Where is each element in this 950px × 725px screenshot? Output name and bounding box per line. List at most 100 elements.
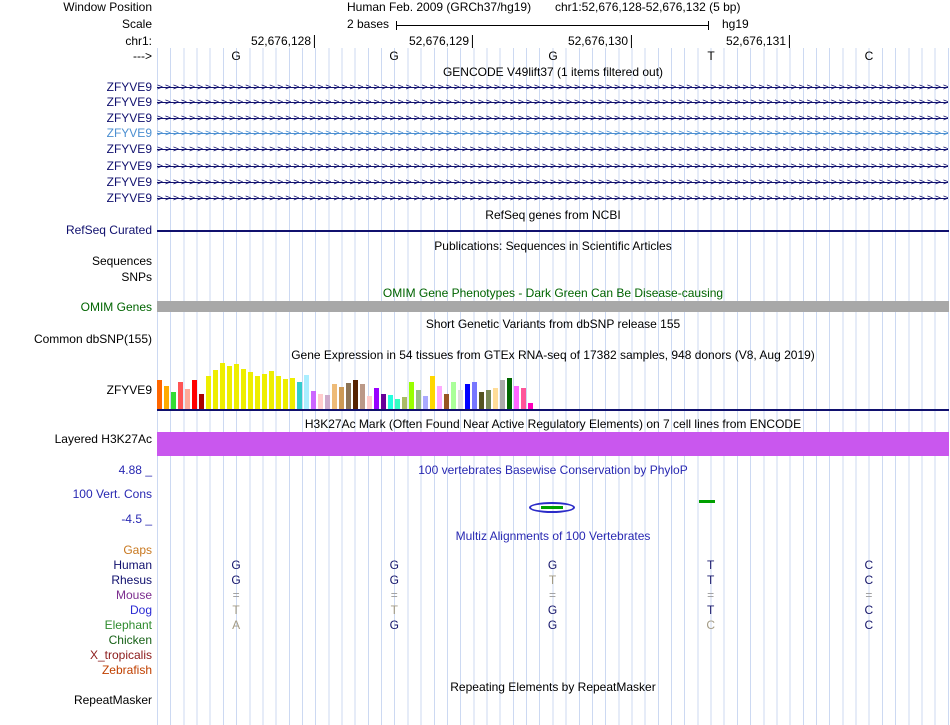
sequence-base: G — [231, 49, 241, 63]
gtex-expression-bar[interactable] — [311, 391, 316, 409]
repeatmasker-label[interactable]: RepeatMasker — [0, 694, 152, 707]
gtex-expression-bar[interactable] — [248, 372, 253, 409]
gtex-expression-bar[interactable] — [290, 378, 295, 409]
gtex-expression-bar[interactable] — [486, 390, 491, 409]
species-label-human[interactable]: Human — [0, 559, 152, 572]
gtex-expression-bar[interactable] — [220, 363, 225, 409]
gene-label-zfyve9-3[interactable]: ZFYVE9 — [0, 112, 152, 125]
gtex-expression-bar[interactable] — [213, 370, 218, 409]
transcript-line[interactable]: >>>>>>>>>>>>>>>>>>>>>>>>>>>>>>>>>>>>>>>>… — [157, 192, 948, 205]
gtex-expression-bar[interactable] — [437, 386, 442, 409]
dbsnp-track-title: Short Genetic Variants from dbSNP releas… — [425, 317, 681, 331]
gencode-track-title: GENCODE V49lift37 (1 items filtered out) — [442, 65, 664, 79]
gtex-expression-bar[interactable] — [381, 394, 386, 409]
gtex-expression-bar[interactable] — [262, 374, 267, 409]
alignment-base: T — [232, 603, 240, 617]
refseq-gene-line[interactable] — [157, 230, 949, 232]
gene-label-zfyve9-8[interactable]: ZFYVE9 — [0, 192, 152, 205]
species-label-mouse[interactable]: Mouse — [0, 589, 152, 602]
gene-label-zfyve9-4[interactable]: ZFYVE9 — [0, 127, 152, 140]
h3k27ac-track-title: H3K27Ac Mark (Often Found Near Active Re… — [304, 417, 802, 431]
gtex-expression-bar[interactable] — [178, 382, 183, 409]
species-label-gaps[interactable]: Gaps — [0, 544, 152, 557]
gtex-expression-bar[interactable] — [269, 371, 274, 409]
gtex-expression-bar[interactable] — [367, 396, 372, 409]
snps-track-label[interactable]: SNPs — [0, 271, 152, 284]
gtex-expression-bar[interactable] — [500, 380, 505, 409]
species-label-rhesus[interactable]: Rhesus — [0, 574, 152, 587]
layered-h3k27ac-label[interactable]: Layered H3K27Ac — [0, 433, 152, 446]
transcript-line[interactable]: >>>>>>>>>>>>>>>>>>>>>>>>>>>>>>>>>>>>>>>>… — [157, 127, 948, 140]
gtex-expression-bar[interactable] — [241, 369, 246, 409]
species-label-chicken[interactable]: Chicken — [0, 634, 152, 647]
h3k27ac-signal-bar[interactable] — [157, 432, 949, 456]
transcript-line[interactable]: >>>>>>>>>>>>>>>>>>>>>>>>>>>>>>>>>>>>>>>>… — [157, 96, 948, 109]
sequences-track-label[interactable]: Sequences — [0, 255, 152, 268]
gtex-expression-bar[interactable] — [192, 380, 197, 409]
gtex-expression-bar[interactable] — [346, 383, 351, 409]
gene-label-zfyve9-1[interactable]: ZFYVE9 — [0, 81, 152, 94]
gtex-expression-bar[interactable] — [297, 382, 302, 409]
gene-label-zfyve9-2[interactable]: ZFYVE9 — [0, 96, 152, 109]
gtex-expression-bar[interactable] — [458, 390, 463, 409]
gtex-expression-bar[interactable] — [339, 387, 344, 409]
gtex-expression-bar[interactable] — [318, 394, 323, 409]
gtex-expression-bar[interactable] — [395, 399, 400, 409]
vert-cons-label[interactable]: 100 Vert. Cons — [0, 488, 152, 501]
species-label-dog[interactable]: Dog — [0, 604, 152, 617]
gtex-expression-bar[interactable] — [416, 390, 421, 409]
gtex-expression-bar[interactable] — [521, 388, 526, 409]
gtex-expression-bar[interactable] — [185, 389, 190, 409]
transcript-line[interactable]: >>>>>>>>>>>>>>>>>>>>>>>>>>>>>>>>>>>>>>>>… — [157, 81, 948, 94]
omim-genes-label[interactable]: OMIM Genes — [0, 301, 152, 314]
gtex-expression-bar[interactable] — [276, 376, 281, 409]
gtex-expression-bar[interactable] — [409, 382, 414, 409]
gtex-expression-bar[interactable] — [157, 380, 162, 409]
gtex-expression-bar[interactable] — [304, 375, 309, 409]
gtex-gene-label[interactable]: ZFYVE9 — [0, 384, 152, 397]
gtex-expression-bar[interactable] — [388, 395, 393, 409]
gtex-bars[interactable] — [157, 362, 537, 409]
gtex-expression-bar[interactable] — [199, 394, 204, 409]
phylop-min-value: -4.5 _ — [121, 512, 152, 526]
omim-gene-bar[interactable] — [157, 301, 949, 312]
gtex-expression-bar[interactable] — [444, 394, 449, 409]
transcript-line[interactable]: >>>>>>>>>>>>>>>>>>>>>>>>>>>>>>>>>>>>>>>>… — [157, 143, 948, 156]
gene-label-zfyve9-5[interactable]: ZFYVE9 — [0, 143, 152, 156]
common-dbsnp-label[interactable]: Common dbSNP(155) — [0, 333, 152, 346]
gtex-expression-bar[interactable] — [493, 388, 498, 409]
species-label-zebrafish[interactable]: Zebrafish — [0, 664, 152, 677]
gtex-expression-bar[interactable] — [430, 376, 435, 409]
alignment-row-rhesus: GGTTC — [157, 574, 948, 587]
species-label-x-tropicalis[interactable]: X_tropicalis — [0, 649, 152, 662]
alignment-base: G — [389, 618, 399, 632]
gtex-expression-bar[interactable] — [206, 376, 211, 409]
gtex-expression-bar[interactable] — [325, 395, 330, 409]
gtex-expression-bar[interactable] — [402, 397, 407, 409]
gtex-expression-bar[interactable] — [353, 380, 358, 409]
gene-label-zfyve9-7[interactable]: ZFYVE9 — [0, 176, 152, 189]
gtex-expression-bar[interactable] — [479, 392, 484, 409]
gtex-expression-bar[interactable] — [507, 378, 512, 409]
species-label-elephant[interactable]: Elephant — [0, 619, 152, 632]
gtex-expression-bar[interactable] — [283, 379, 288, 409]
gtex-expression-bar[interactable] — [171, 392, 176, 409]
gtex-expression-bar[interactable] — [423, 396, 428, 409]
gtex-expression-bar[interactable] — [374, 388, 379, 409]
gtex-expression-bar[interactable] — [451, 382, 456, 409]
gtex-expression-bar[interactable] — [514, 386, 519, 409]
gtex-expression-bar[interactable] — [472, 382, 477, 409]
gene-label-zfyve9-6[interactable]: ZFYVE9 — [0, 160, 152, 173]
alignment-base: G — [231, 558, 241, 572]
transcript-line[interactable]: >>>>>>>>>>>>>>>>>>>>>>>>>>>>>>>>>>>>>>>>… — [157, 176, 948, 189]
gtex-expression-bar[interactable] — [164, 386, 169, 409]
gtex-expression-bar[interactable] — [465, 384, 470, 409]
gtex-expression-bar[interactable] — [227, 366, 232, 409]
gtex-expression-bar[interactable] — [360, 384, 365, 409]
transcript-line[interactable]: >>>>>>>>>>>>>>>>>>>>>>>>>>>>>>>>>>>>>>>>… — [157, 160, 948, 173]
gtex-expression-bar[interactable] — [234, 364, 239, 409]
gtex-expression-bar[interactable] — [332, 384, 337, 409]
refseq-curated-label[interactable]: RefSeq Curated — [0, 224, 152, 237]
gtex-expression-bar[interactable] — [255, 376, 260, 409]
transcript-line[interactable]: >>>>>>>>>>>>>>>>>>>>>>>>>>>>>>>>>>>>>>>>… — [157, 112, 948, 125]
